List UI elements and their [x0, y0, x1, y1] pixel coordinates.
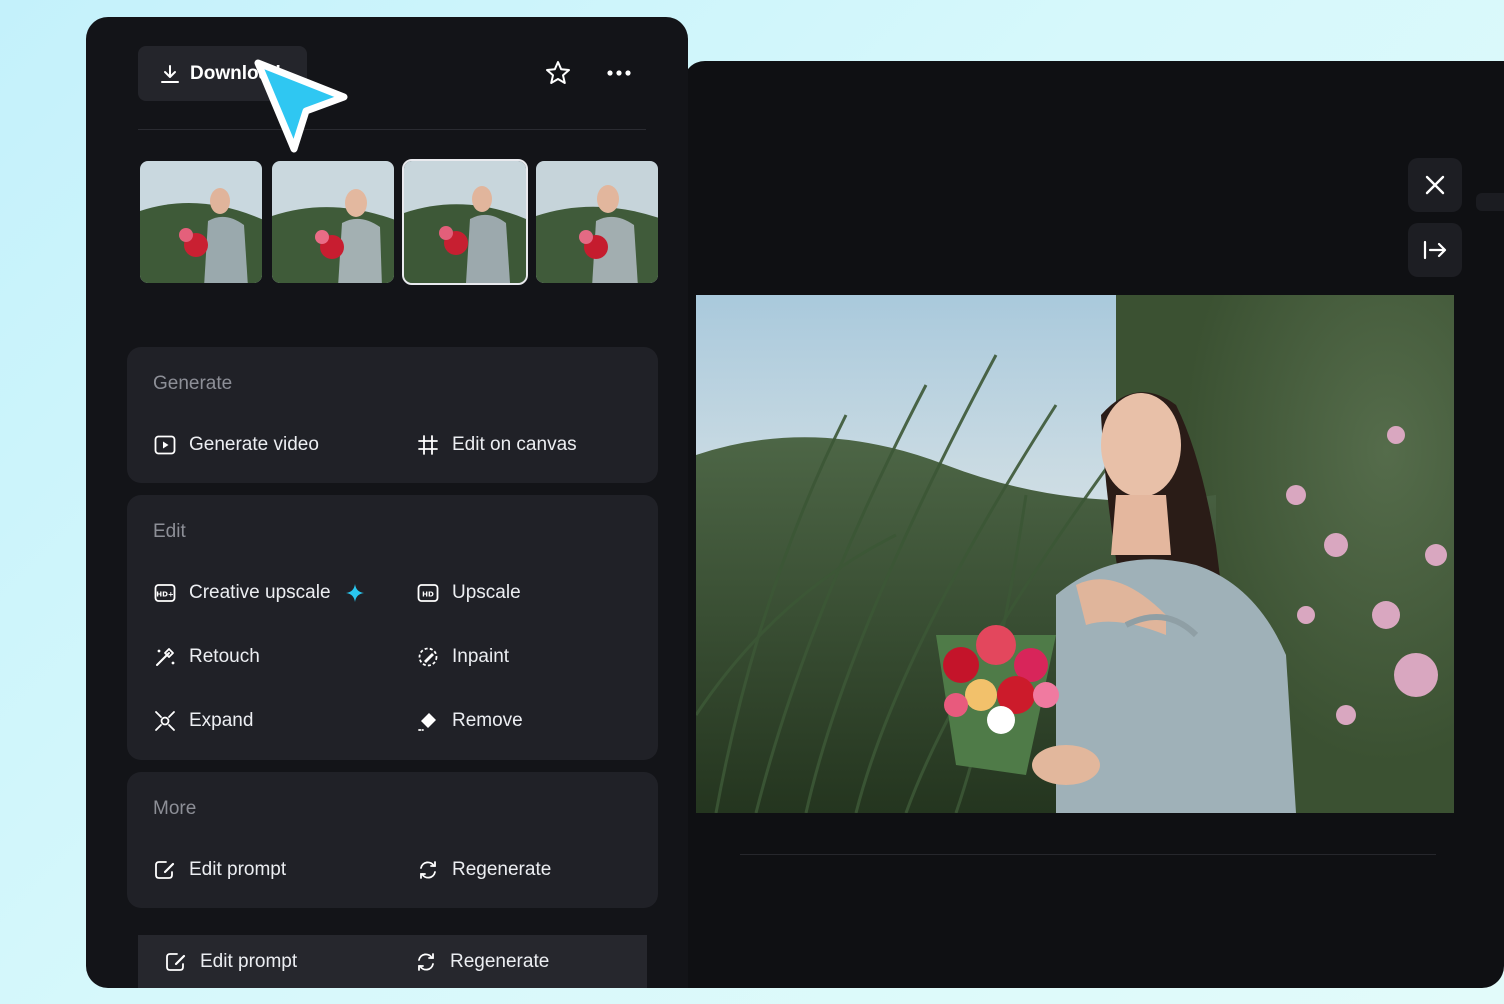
section-title: More [153, 798, 197, 819]
download-icon [161, 64, 179, 83]
more-section: More Edit prompt Regenerate [127, 772, 658, 908]
close-icon [1425, 175, 1445, 195]
portrait-photo [696, 295, 1454, 813]
edit-prompt-icon [153, 858, 177, 882]
thumbnail-image [536, 161, 658, 283]
bottom-action-bar: Edit prompt Regenerate [138, 935, 647, 988]
thumbnail-1[interactable] [138, 159, 264, 285]
inpaint-brush-icon [416, 645, 440, 669]
favorite-button[interactable] [542, 57, 574, 89]
upscale-label: Upscale [452, 582, 521, 603]
inpaint-button[interactable]: Inpaint [416, 643, 509, 671]
sparkle-icon [343, 581, 367, 605]
edit-prompt-icon [164, 950, 188, 974]
edge-tab [1476, 193, 1504, 211]
header-divider [138, 129, 646, 130]
generate-video-label: Generate video [189, 434, 319, 455]
regenerate-button-bottom[interactable]: Regenerate [414, 948, 549, 976]
more-horizontal-icon [607, 70, 631, 76]
edit-section: Edit HD+ Creative upscale HD Upscale Ret… [127, 495, 658, 760]
regenerate-icon [416, 858, 440, 882]
edit-prompt-label: Edit prompt [189, 859, 287, 880]
creative-upscale-label: Creative upscale [189, 582, 331, 603]
hd-plus-icon: HD+ [153, 581, 177, 605]
regenerate-button[interactable]: Regenerate [416, 856, 551, 884]
eraser-icon [416, 709, 440, 733]
close-button[interactable] [1408, 158, 1462, 212]
edit-on-canvas-button[interactable]: Edit on canvas [416, 431, 577, 459]
image-viewer-panel [683, 61, 1504, 988]
generate-video-button[interactable]: Generate video [153, 431, 319, 459]
remove-button[interactable]: Remove [416, 707, 523, 735]
thumbnail-3-selected[interactable] [402, 159, 528, 285]
viewer-divider [740, 854, 1436, 855]
thumbnail-image [140, 161, 262, 283]
creative-upscale-button[interactable]: HD+ Creative upscale [153, 579, 367, 607]
retouch-button[interactable]: Retouch [153, 643, 260, 671]
section-title: Edit [153, 521, 186, 542]
thumbnail-image [272, 161, 394, 283]
expand-label: Expand [189, 710, 254, 731]
edit-prompt-label: Edit prompt [200, 951, 298, 972]
thumbnail-strip [138, 159, 660, 285]
generate-section: Generate Generate video Edit on canvas [127, 347, 658, 483]
expand-icon [153, 709, 177, 733]
thumbnail-2[interactable] [270, 159, 396, 285]
edit-on-canvas-label: Edit on canvas [452, 434, 577, 455]
svg-text:HD+: HD+ [156, 591, 174, 599]
thumbnail-image [404, 161, 526, 283]
collapse-panel-icon [1423, 240, 1447, 260]
main-image [696, 295, 1454, 813]
regenerate-label: Regenerate [452, 859, 552, 880]
inpaint-label: Inpaint [452, 646, 510, 667]
canvas-grid-icon [416, 433, 440, 457]
remove-label: Remove [452, 710, 523, 731]
edit-prompt-button[interactable]: Edit prompt [153, 856, 286, 884]
side-panel: Download Generate Generate video Edit on… [86, 17, 688, 988]
regenerate-label: Regenerate [450, 951, 550, 972]
edit-prompt-button-bottom[interactable]: Edit prompt [164, 948, 297, 976]
retouch-label: Retouch [189, 646, 260, 667]
star-icon [546, 61, 570, 84]
pointer-cursor-icon [254, 59, 348, 153]
upscale-button[interactable]: HD Upscale [416, 579, 521, 607]
svg-text:HD: HD [422, 591, 434, 599]
video-play-icon [153, 433, 177, 457]
hd-icon: HD [416, 581, 440, 605]
more-options-button[interactable] [603, 57, 635, 89]
regenerate-icon [414, 950, 438, 974]
collapse-panel-button[interactable] [1408, 223, 1462, 277]
expand-button[interactable]: Expand [153, 707, 253, 735]
thumbnail-4[interactable] [534, 159, 660, 285]
magic-wand-icon [153, 645, 177, 669]
section-title: Generate [153, 373, 233, 394]
